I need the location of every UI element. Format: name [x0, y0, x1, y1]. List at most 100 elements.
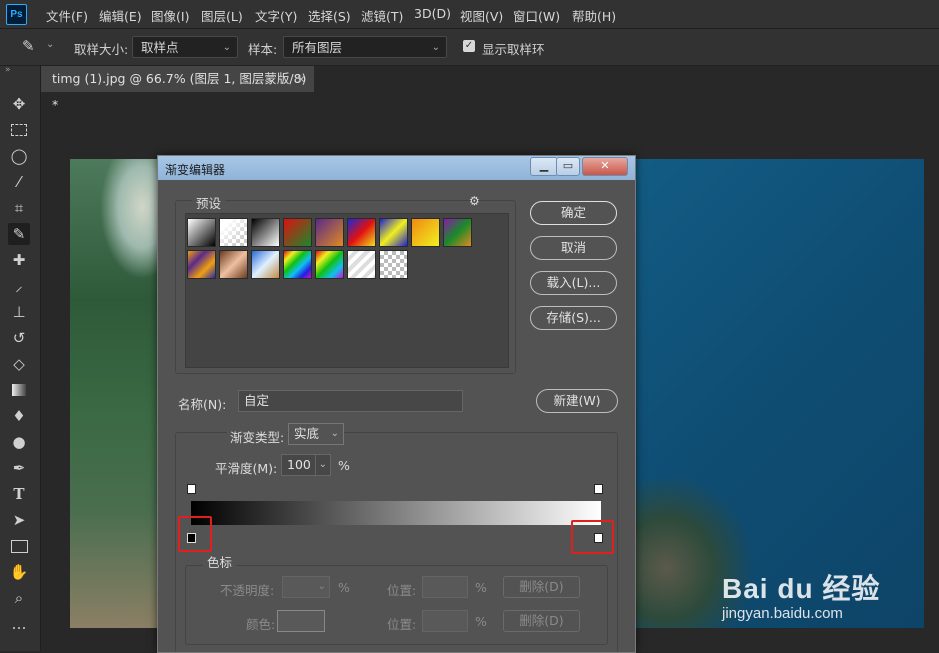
preset-swatch[interactable] — [315, 250, 344, 279]
close-icon[interactable]: × — [296, 66, 306, 92]
color-label: 颜色: — [246, 617, 276, 632]
preset-swatch[interactable] — [283, 218, 312, 247]
lasso-tool-icon[interactable]: ◯ — [8, 145, 30, 167]
eyedropper-tool-icon[interactable]: ✎ — [8, 223, 30, 245]
preset-swatch-grid — [185, 213, 509, 368]
dialog-title-bar[interactable]: 渐变编辑器 ▁ ▭ ✕ — [158, 156, 635, 180]
preset-swatch[interactable] — [379, 218, 408, 247]
preset-swatch[interactable] — [219, 250, 248, 279]
more-tools-icon[interactable]: … — [8, 613, 30, 635]
preset-swatch[interactable] — [379, 250, 408, 279]
minimize-button[interactable]: ▁ — [530, 157, 558, 176]
menu-help[interactable]: 帮助(H) — [572, 6, 616, 25]
document-tab[interactable]: timg (1).jpg @ 66.7% (图层 1, 图层蒙版/8) * × — [41, 66, 314, 112]
rectangle-tool-icon[interactable] — [8, 535, 30, 557]
preset-swatch[interactable] — [251, 250, 280, 279]
menu-type[interactable]: 文字(Y) — [255, 6, 297, 25]
stamp-tool-icon[interactable]: ⊥ — [8, 301, 30, 323]
save-button[interactable]: 存储(S)... — [530, 306, 617, 330]
magic-wand-tool-icon[interactable]: ⁄ — [8, 171, 30, 193]
sample-layers-select[interactable]: 所有图层 ⌄ — [283, 36, 447, 58]
menu-view[interactable]: 视图(V) — [460, 6, 503, 25]
presets-label: 预设 — [192, 193, 226, 212]
menu-select[interactable]: 选择(S) — [308, 6, 351, 25]
gradient-tool-icon[interactable] — [8, 379, 30, 401]
path-selection-tool-icon[interactable]: ➤ — [8, 509, 30, 531]
ok-button[interactable]: 确定 — [530, 201, 617, 225]
eyedropper-preset-icon[interactable]: ✎ — [22, 37, 35, 55]
move-tool-icon[interactable]: ✥ — [8, 93, 30, 115]
opacity-location-field[interactable] — [422, 576, 468, 598]
preset-swatch[interactable] — [219, 218, 248, 247]
hand-tool-icon[interactable]: ✋ — [8, 561, 30, 583]
new-button[interactable]: 新建(W) — [536, 389, 618, 413]
marquee-tool-icon[interactable] — [8, 119, 30, 141]
smoothness-label: 平滑度(M): — [215, 461, 278, 476]
chevron-down-icon[interactable]: ⌄ — [46, 39, 54, 50]
highlight-box-left — [178, 516, 212, 552]
preset-swatch[interactable] — [411, 218, 440, 247]
maximize-button[interactable]: ▭ — [556, 157, 580, 176]
opacity-unit: % — [338, 580, 350, 595]
preset-swatch[interactable] — [283, 250, 312, 279]
gradient-type-select[interactable]: 实底 ⌄ — [288, 423, 344, 445]
name-label: 名称(N): — [178, 397, 227, 412]
color-stops-label: 色标 — [203, 552, 237, 571]
zoom-tool-icon[interactable]: ⌕ — [8, 587, 30, 609]
name-field[interactable]: 自定 — [238, 390, 463, 412]
chevron-down-icon: ⌄ — [330, 428, 339, 439]
sample-layers-value: 所有图层 — [292, 40, 343, 55]
load-button[interactable]: 载入(L)... — [530, 271, 617, 295]
preset-swatch[interactable] — [347, 250, 376, 279]
menu-file[interactable]: 文件(F) — [46, 6, 88, 25]
smoothness-field[interactable]: 100 ⌄ — [281, 454, 331, 476]
menu-3d[interactable]: 3D(D) — [414, 6, 451, 21]
watermark-url: jingyan.baidu.com — [722, 605, 843, 622]
menu-bar: Ps 文件(F) 编辑(E) 图像(I) 图层(L) 文字(Y) 选择(S) 滤… — [0, 0, 939, 29]
brush-tool-icon[interactable]: ⸝ — [8, 275, 30, 297]
close-button[interactable]: ✕ — [582, 157, 628, 176]
gradient-preview-bar[interactable] — [191, 501, 601, 525]
chevron-down-icon[interactable]: ⌄ — [314, 455, 327, 475]
dodge-tool-icon[interactable]: ● — [8, 431, 30, 453]
gear-icon[interactable]: ⚙ — [469, 194, 480, 208]
crop-tool-icon[interactable]: ⌗ — [8, 197, 30, 219]
preset-swatch[interactable] — [251, 218, 280, 247]
menu-image[interactable]: 图像(I) — [151, 6, 189, 25]
opacity-field[interactable]: ⌄ — [282, 576, 330, 598]
menu-filter[interactable]: 滤镜(T) — [361, 6, 403, 25]
color-swatch-field[interactable] — [277, 610, 325, 632]
delete-opacity-stop-button[interactable]: 删除(D) — [503, 576, 580, 598]
preset-swatch[interactable] — [315, 218, 344, 247]
menu-window[interactable]: 窗口(W) — [513, 6, 560, 25]
pen-tool-icon[interactable]: ✒ — [8, 457, 30, 479]
chevron-down-icon: ⌄ — [431, 42, 440, 53]
gradient-type-value: 实底 — [294, 426, 320, 441]
preset-swatch[interactable] — [187, 250, 216, 279]
history-brush-tool-icon[interactable]: ↺ — [8, 327, 30, 349]
opacity-stop-left[interactable] — [187, 484, 196, 494]
options-bar: ✎ ⌄ 取样大小: 取样点 ⌄ 样本: 所有图层 ⌄ ✓ 显示取样环 — [0, 29, 939, 66]
sample-label: 样本: — [248, 42, 278, 57]
chevron-down-icon: ⌄ — [317, 581, 326, 592]
sample-size-select[interactable]: 取样点 ⌄ — [132, 36, 238, 58]
panel-collapse-icon[interactable]: » — [5, 65, 11, 75]
opacity-label: 不透明度: — [220, 583, 275, 598]
preset-swatch[interactable] — [443, 218, 472, 247]
opacity-stop-right[interactable] — [594, 484, 603, 494]
preset-swatch[interactable] — [187, 218, 216, 247]
highlight-box-right — [571, 520, 614, 554]
gradient-type-label: 渐变类型: — [227, 427, 288, 446]
blur-tool-icon[interactable]: ♦ — [8, 405, 30, 427]
type-tool-icon[interactable]: T — [8, 483, 30, 505]
eraser-tool-icon[interactable]: ◇ — [8, 353, 30, 375]
document-tab-title: timg (1).jpg @ 66.7% (图层 1, 图层蒙版/8) * — [52, 71, 307, 112]
preset-swatch[interactable] — [347, 218, 376, 247]
healing-brush-tool-icon[interactable]: ✚ — [8, 249, 30, 271]
menu-layer[interactable]: 图层(L) — [201, 6, 243, 25]
delete-color-stop-button[interactable]: 删除(D) — [503, 610, 580, 632]
menu-edit[interactable]: 编辑(E) — [99, 6, 142, 25]
color-location-field[interactable] — [422, 610, 468, 632]
show-sampling-ring-checkbox[interactable]: ✓ — [463, 40, 475, 52]
cancel-button[interactable]: 取消 — [530, 236, 617, 260]
